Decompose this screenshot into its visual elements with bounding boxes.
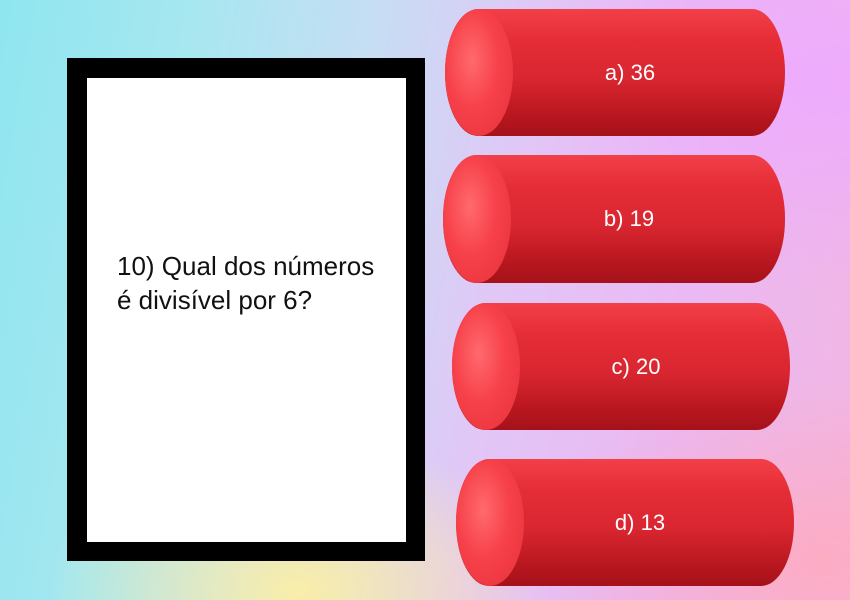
option-b-label: b) 19: [603, 206, 655, 231]
option-d-label: d) 13: [614, 509, 666, 535]
option-a-button[interactable]: a) 36: [445, 9, 785, 136]
question-text: 10) Qual dos números é divisível por 6?: [117, 250, 375, 315]
option-c-label: c) 20: [611, 353, 661, 379]
question-card-inner: 10) Qual dos números é divisível por 6?: [87, 78, 406, 542]
option-b-button[interactable]: b) 19: [443, 155, 785, 283]
question-card: 10) Qual dos números é divisível por 6?: [67, 58, 425, 561]
option-a-label: a) 36: [604, 59, 656, 85]
option-d-button[interactable]: d) 13: [456, 459, 794, 586]
option-c-button[interactable]: c) 20: [452, 303, 790, 430]
